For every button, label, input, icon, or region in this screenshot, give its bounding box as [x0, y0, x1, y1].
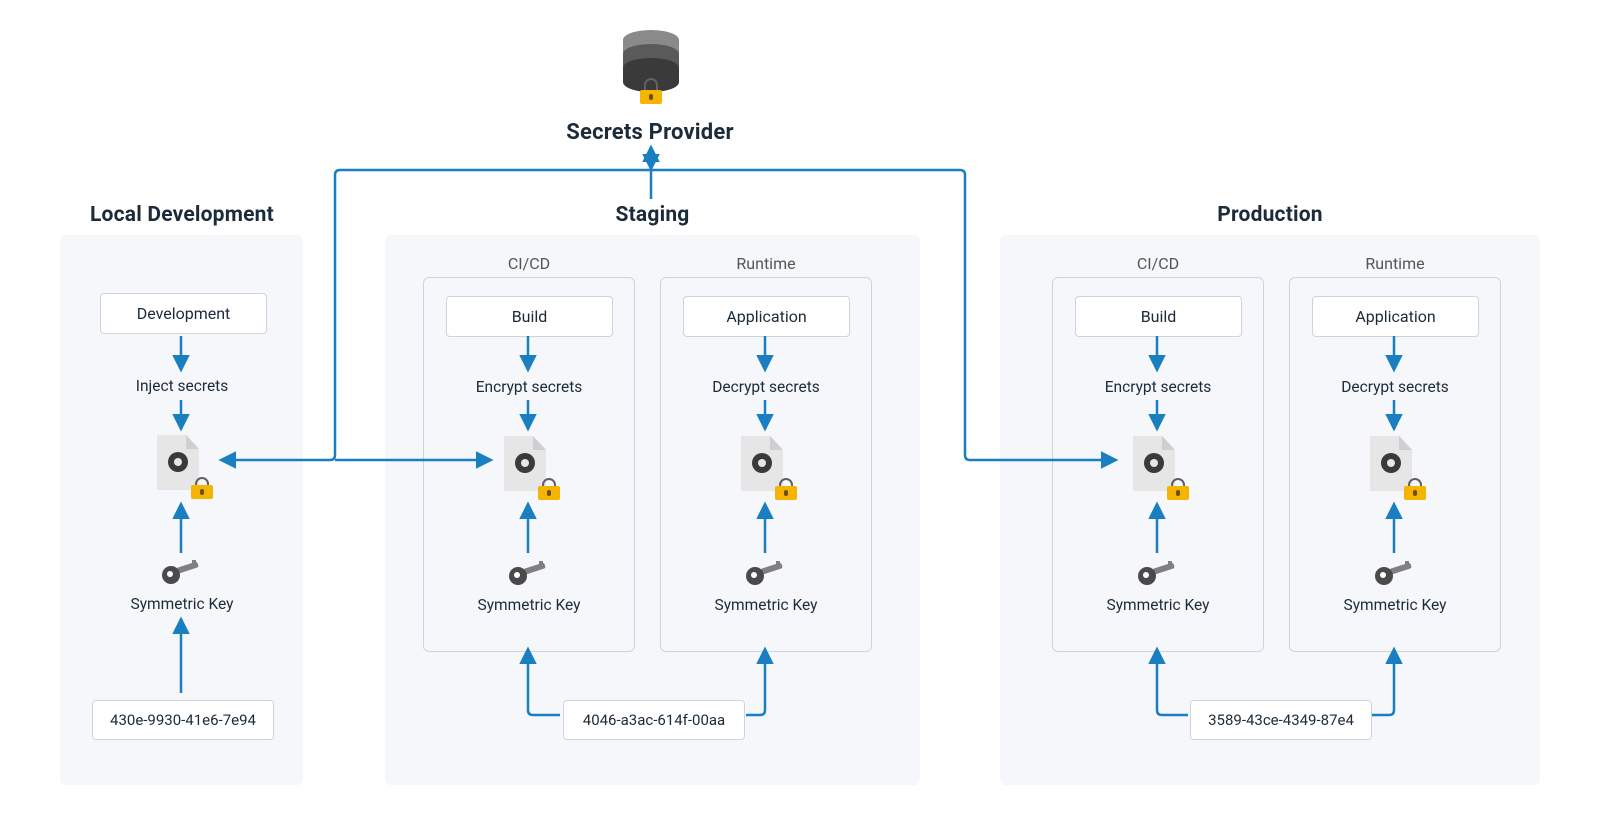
key-label-local: Symmetric Key [82, 595, 282, 613]
panel-title-runtime-prod: Runtime [1290, 254, 1500, 273]
panel-prod-cicd: CI/CD Build Encrypt secrets Symmetric Ke… [1052, 277, 1264, 652]
key-icon [162, 560, 202, 586]
box-build-prod: Build [1075, 296, 1242, 337]
key-label-prod-cicd: Symmetric Key [1058, 596, 1258, 614]
action-decrypt-staging: Decrypt secrets [666, 378, 866, 396]
key-value-local: 430e-9930-41e6-7e94 [92, 700, 274, 740]
config-file-lock-icon [157, 435, 207, 495]
panel-staging-cicd: CI/CD Build Encrypt secrets Symmetric Ke… [423, 277, 635, 652]
env-local: Local Development Development Inject sec… [60, 235, 303, 785]
key-label-staging-cicd: Symmetric Key [429, 596, 629, 614]
config-file-lock-icon [1370, 436, 1420, 496]
key-label-prod-runtime: Symmetric Key [1295, 596, 1495, 614]
key-icon [1375, 561, 1415, 587]
action-encrypt-staging: Encrypt secrets [429, 378, 629, 396]
box-app-prod: Application [1312, 296, 1479, 337]
action-encrypt-prod: Encrypt secrets [1058, 378, 1258, 396]
config-file-lock-icon [504, 436, 554, 496]
box-development: Development [100, 293, 267, 334]
panel-title-cicd: CI/CD [424, 254, 634, 273]
env-production: Production CI/CD Build Encrypt secrets S… [1000, 235, 1540, 785]
diagram-canvas: Secrets Provider Local Development Devel… [40, 20, 1560, 800]
secrets-provider-label: Secrets Provider [500, 120, 800, 145]
action-decrypt-prod: Decrypt secrets [1295, 378, 1495, 396]
env-staging: Staging CI/CD Build Encrypt secrets Symm… [385, 235, 920, 785]
action-inject: Inject secrets [82, 377, 282, 395]
panel-staging-runtime: Runtime Application Decrypt secrets Symm… [660, 277, 872, 652]
env-title-local: Local Development [60, 203, 333, 227]
config-file-lock-icon [1133, 436, 1183, 496]
key-label-staging-runtime: Symmetric Key [666, 596, 866, 614]
config-file-lock-icon [741, 436, 791, 496]
database-lock-icon [616, 28, 686, 108]
key-icon [509, 561, 549, 587]
key-icon [746, 561, 786, 587]
panel-title-runtime: Runtime [661, 254, 871, 273]
env-title-production: Production [1000, 203, 1540, 227]
env-title-staging: Staging [385, 203, 920, 227]
panel-title-cicd-prod: CI/CD [1053, 254, 1263, 273]
key-value-prod: 3589-43ce-4349-87e4 [1190, 700, 1372, 740]
panel-prod-runtime: Runtime Application Decrypt secrets Symm… [1289, 277, 1501, 652]
box-build-staging: Build [446, 296, 613, 337]
key-value-staging: 4046-a3ac-614f-00aa [563, 700, 745, 740]
box-app-staging: Application [683, 296, 850, 337]
key-icon [1138, 561, 1178, 587]
